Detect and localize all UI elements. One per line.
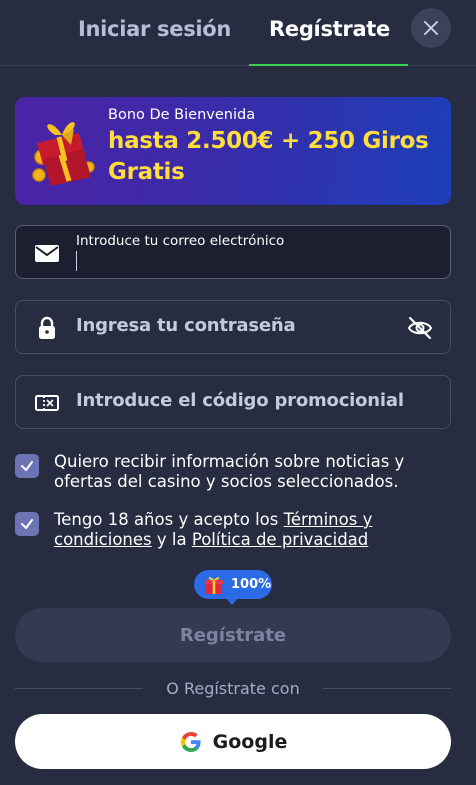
google-button-label: Google	[212, 730, 288, 753]
bonus-badge: 100%	[194, 570, 272, 605]
tab-login[interactable]: Iniciar sesión	[78, 17, 231, 41]
tab-register[interactable]: Regístrate	[269, 17, 390, 41]
terms-text-middle: y la	[151, 530, 192, 549]
text-caret	[76, 251, 77, 271]
lock-icon	[39, 316, 55, 339]
terms-consent-checkbox[interactable]	[15, 512, 39, 536]
eye-slash-icon[interactable]	[406, 314, 434, 342]
terms-text-before: Tengo 18 años y acepto los	[54, 510, 284, 529]
marketing-consent-text: Quiero recibir información sobre noticia…	[54, 452, 405, 491]
password-placeholder: Ingresa tu contraseña	[76, 315, 296, 336]
bonus-badge-label: 100%	[231, 577, 272, 592]
google-signup-button[interactable]: Google	[15, 714, 451, 769]
promo-code-field[interactable]: Introduce el código promocionial	[15, 375, 451, 429]
email-input[interactable]	[76, 251, 426, 273]
checkmark-icon	[21, 461, 33, 471]
marketing-consent-checkbox[interactable]	[15, 454, 39, 478]
email-field-label: Introduce tu correo electrónico	[76, 233, 285, 249]
checkmark-icon	[21, 519, 33, 529]
close-icon	[424, 21, 438, 35]
email-field[interactable]: Introduce tu correo electrónico	[15, 225, 451, 279]
active-tab-indicator	[249, 64, 408, 66]
gift-icon	[205, 576, 223, 594]
register-submit-button[interactable]: Regístrate	[15, 608, 451, 662]
welcome-bonus-banner[interactable]: Bono De Bienvenida hasta 2.500€ + 250 Gi…	[15, 97, 451, 205]
promo-code-placeholder: Introduce el código promocionial	[76, 390, 404, 411]
envelope-icon	[35, 245, 59, 262]
privacy-policy-link[interactable]: Política de privacidad	[192, 530, 368, 549]
gift-box-icon	[32, 122, 95, 186]
auth-tabs: Iniciar sesión Regístrate	[0, 0, 476, 66]
banner-title: hasta 2.500€ + 250 Giros Gratis	[108, 128, 429, 185]
ticket-icon	[35, 395, 59, 411]
divider-line-right	[323, 688, 451, 689]
terms-consent-text: Tengo 18 años y acepto los Términos y co…	[54, 510, 439, 550]
banner-subtitle: Bono De Bienvenida	[108, 107, 256, 123]
google-logo-icon	[180, 731, 201, 752]
social-divider: O Regístrate con	[15, 678, 451, 700]
close-button[interactable]	[411, 8, 451, 48]
password-field[interactable]: Ingresa tu contraseña	[15, 300, 451, 354]
